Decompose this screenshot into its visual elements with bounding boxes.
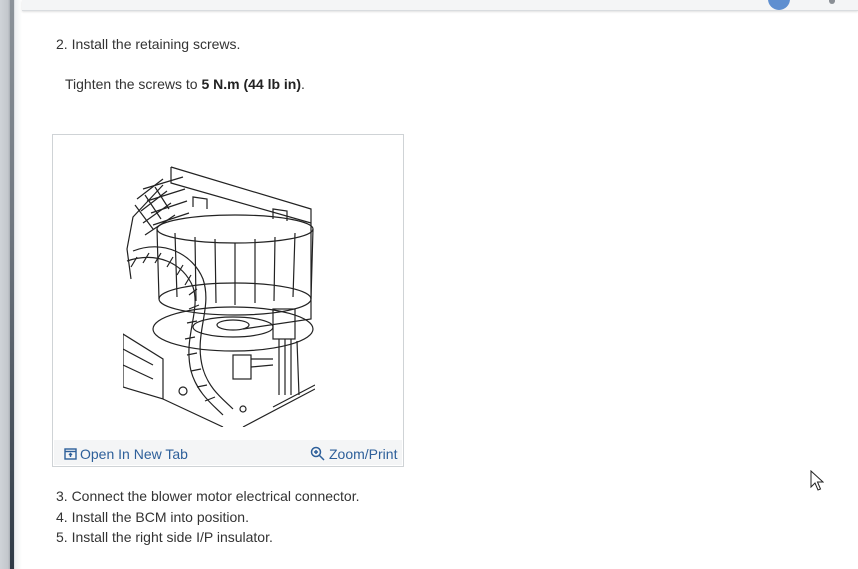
account-avatar-icon[interactable] (768, 0, 790, 10)
zoom-icon (310, 446, 325, 461)
top-toolbar (22, 0, 858, 11)
torque-prefix: Tighten the screws to (65, 76, 202, 92)
open-new-tab-label: Open In New Tab (80, 446, 188, 462)
menu-icon[interactable] (829, 0, 835, 4)
step-5: 5. Install the right side I/P insulator. (56, 529, 273, 545)
torque-instruction: Tighten the screws to 5 N.m (44 lb in). (65, 76, 305, 93)
zoom-print-link[interactable]: Zoom/Print (310, 446, 397, 462)
open-tab-icon (64, 448, 77, 460)
window-left-edge (0, 0, 22, 569)
open-new-tab-link[interactable]: Open In New Tab (64, 446, 188, 462)
step-2: 2. Install the retaining screws. (56, 36, 241, 52)
step-3: 3. Connect the blower motor electrical c… (56, 488, 360, 504)
figure-footer: Open In New Tab Zoom/Print (54, 440, 402, 465)
scrollbar-track (10, 0, 14, 569)
mouse-cursor-icon (810, 470, 824, 491)
zoom-print-label: Zoom/Print (329, 446, 398, 462)
torque-suffix: . (301, 76, 305, 92)
illustration-figure: Open In New Tab Zoom/Print (52, 134, 404, 467)
torque-value: 5 N.m (44 lb in) (201, 76, 302, 92)
blower-motor-illustration (123, 166, 315, 427)
step-4: 4. Install the BCM into position. (56, 509, 249, 525)
